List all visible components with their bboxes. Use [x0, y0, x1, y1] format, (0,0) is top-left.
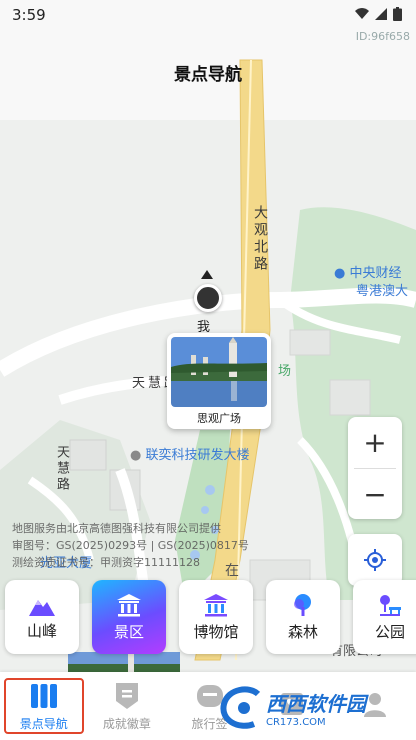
- spot-photo-image: [171, 337, 267, 407]
- zoom-in-button[interactable]: +: [348, 417, 402, 468]
- status-bar: 3:59: [0, 0, 416, 30]
- spot-card[interactable]: 思观广场: [167, 333, 271, 429]
- map-icon: [30, 683, 57, 708]
- signal-icon: [375, 8, 387, 20]
- wifi-icon: [355, 8, 369, 19]
- spot-photo-strip: [68, 652, 180, 674]
- road-label-daguan: 大观北路: [252, 205, 268, 273]
- category-forest[interactable]: 森林: [266, 580, 340, 654]
- poi-chang: 场: [278, 364, 292, 379]
- spot-label: 思观广场: [197, 412, 241, 425]
- location-pin-icon: ●: [130, 448, 142, 463]
- poi-lianyi: ● 联奕科技研发大楼: [130, 448, 250, 463]
- nav-achievement-badges[interactable]: 成就徽章: [86, 672, 169, 740]
- spot-strip-image: [68, 652, 180, 674]
- locate-button[interactable]: [348, 534, 402, 586]
- category-mountain[interactable]: 山峰: [5, 580, 79, 654]
- road-label-tianhui-2: 天慧路: [54, 445, 69, 493]
- category-scenic[interactable]: 景区: [92, 580, 166, 654]
- watermark-text: 西西软件园 CR173.COM: [266, 692, 366, 728]
- spot-photo: [171, 337, 267, 407]
- location-pin-icon: ●: [334, 266, 346, 281]
- mountain-icon: [29, 599, 55, 616]
- device-id: ID:96f658: [355, 30, 410, 43]
- my-location-marker[interactable]: [194, 284, 222, 312]
- heading-arrow-icon: [201, 270, 213, 279]
- temple-icon: [117, 593, 141, 616]
- battery-icon: [393, 7, 402, 21]
- category-park[interactable]: 公园: [353, 580, 416, 654]
- page-title: 景点导航: [174, 65, 242, 85]
- map-attribution: 地图服务由北京高德图强科技有限公司提供 审图号：GS(2025)0293号 | …: [12, 522, 249, 569]
- status-time: 3:59: [12, 6, 46, 24]
- zoom-controls: + −: [348, 417, 402, 519]
- park-icon: [380, 594, 401, 616]
- tree-icon: [294, 593, 311, 616]
- category-museum[interactable]: 博物馆: [179, 580, 253, 654]
- status-icons: [355, 7, 402, 21]
- museum-icon: [204, 593, 228, 616]
- watermark-logo-icon: [220, 686, 261, 729]
- nav-scenic-navigation[interactable]: 景点导航: [4, 678, 84, 734]
- poi-zhongyang: ● 中央财经: [334, 266, 402, 281]
- crosshair-icon: [364, 549, 386, 571]
- poi-yuegang: 粤港澳大: [356, 284, 409, 299]
- zoom-out-button[interactable]: −: [348, 469, 402, 520]
- category-bar: 山峰 景区 博物馆 森林 公园: [5, 580, 416, 654]
- badge-icon: [115, 682, 138, 709]
- watermark: 西西软件园 CR173.COM: [218, 680, 416, 736]
